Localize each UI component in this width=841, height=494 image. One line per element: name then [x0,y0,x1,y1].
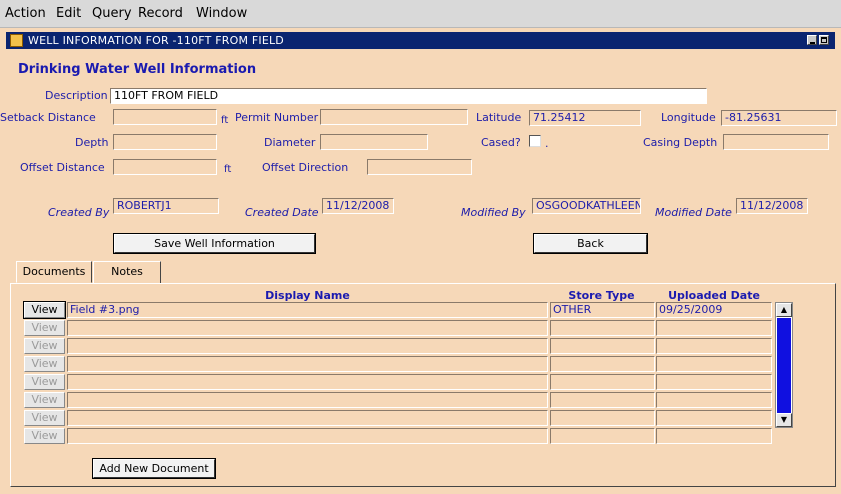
store-type-cell[interactable] [550,320,655,336]
modified-date-field: 11/12/2008 [736,198,808,214]
page-title: Drinking Water Well Information [18,62,257,77]
window-title: WELL INFORMATION FOR -110FT FROM FIELD [28,34,284,47]
uploaded-date-cell[interactable] [656,392,772,408]
modified-by-field: OSGOODKATHLEEN [532,198,641,214]
app-icon [10,34,23,47]
display-name-cell[interactable]: Field #3.png [67,302,548,318]
store-type-cell[interactable]: OTHER [550,302,655,318]
permit-number-field[interactable] [320,109,468,125]
setback-distance-field[interactable] [113,109,217,125]
menu-bar: Action Edit Query Record Window [0,0,841,28]
save-well-information-button[interactable]: Save Well Information [113,233,316,254]
maximize-icon[interactable] [819,35,829,45]
window-title-bar[interactable]: WELL INFORMATION FOR -110FT FROM FIELD [6,32,835,49]
setback-distance-label: Setback Distance [0,111,96,124]
documents-scrollbar[interactable]: ▲ ▼ [775,302,793,428]
tab-notes[interactable]: Notes [93,261,161,283]
uploaded-date-cell[interactable]: 09/25/2009 [656,302,772,318]
minimize-icon[interactable] [807,35,817,45]
column-header-store-type: Store Type [568,289,635,302]
latitude-label: Latitude [476,111,522,124]
uploaded-date-cell[interactable] [656,338,772,354]
offset-direction-label: Offset Direction [262,161,349,174]
display-name-cell[interactable] [67,374,548,390]
scroll-down-arrow-icon[interactable]: ▼ [776,413,792,427]
uploaded-date-cell[interactable] [656,356,772,372]
view-button[interactable]: View [24,338,65,354]
display-name-cell[interactable] [67,410,548,426]
view-button[interactable]: View [23,301,66,319]
display-name-cell[interactable] [67,428,548,444]
casing-depth-field[interactable] [723,134,829,150]
diameter-label: Diameter [264,136,316,149]
modified-date-label: Modified Date [655,206,732,219]
add-new-document-button[interactable]: Add New Document [92,458,216,479]
longitude-field[interactable]: -81.25631 [721,110,837,126]
offset-unit: ft [224,164,232,175]
menu-record[interactable]: Record [138,6,183,21]
view-button[interactable]: View [24,320,65,336]
created-date-label: Created Date [245,206,319,219]
menu-edit[interactable]: Edit [56,6,81,21]
offset-direction-field[interactable] [367,159,472,175]
column-header-uploaded-date: Uploaded Date [668,289,760,302]
view-button[interactable]: View [24,374,65,390]
store-type-cell[interactable] [550,428,655,444]
display-name-cell[interactable] [67,392,548,408]
uploaded-date-cell[interactable] [656,374,772,390]
uploaded-date-cell[interactable] [656,428,772,444]
modified-by-label: Modified By [461,206,526,219]
view-button[interactable]: View [24,428,65,444]
scrollbar-thumb[interactable] [777,318,791,413]
permit-number-label: Permit Number [235,111,319,124]
back-button[interactable]: Back [533,233,648,254]
setback-unit: ft [221,115,229,126]
latitude-field[interactable]: 71.25412 [529,110,641,126]
casing-depth-label: Casing Depth [643,136,718,149]
tab-documents[interactable]: Documents [16,261,92,283]
depth-field[interactable] [113,134,217,150]
display-name-cell[interactable] [67,338,548,354]
created-by-field: ROBERTJ1 [113,198,219,214]
store-type-cell[interactable] [550,410,655,426]
description-label: Description [45,89,108,102]
menu-action[interactable]: Action [5,6,46,21]
created-by-label: Created By [48,206,110,219]
offset-distance-field[interactable] [113,159,217,175]
store-type-cell[interactable] [550,374,655,390]
cased-label: Cased? [481,136,521,149]
menu-query[interactable]: Query [92,6,132,21]
uploaded-date-cell[interactable] [656,320,772,336]
cased-checkbox[interactable] [529,135,541,147]
description-field[interactable]: 110FT FROM FIELD [110,88,707,104]
cased-dot: . [545,137,549,150]
scroll-up-arrow-icon[interactable]: ▲ [776,303,792,317]
display-name-cell[interactable] [67,356,548,372]
longitude-label: Longitude [661,111,716,124]
store-type-cell[interactable] [550,338,655,354]
display-name-cell[interactable] [67,320,548,336]
view-button[interactable]: View [24,356,65,372]
column-header-display-name: Display Name [265,289,350,302]
menu-window[interactable]: Window [196,6,247,21]
depth-label: Depth [75,136,109,149]
view-button[interactable]: View [24,392,65,408]
store-type-cell[interactable] [550,356,655,372]
uploaded-date-cell[interactable] [656,410,772,426]
store-type-cell[interactable] [550,392,655,408]
view-button[interactable]: View [24,410,65,426]
created-date-field: 11/12/2008 [322,198,394,214]
offset-distance-label: Offset Distance [20,161,105,174]
diameter-field[interactable] [320,134,428,150]
